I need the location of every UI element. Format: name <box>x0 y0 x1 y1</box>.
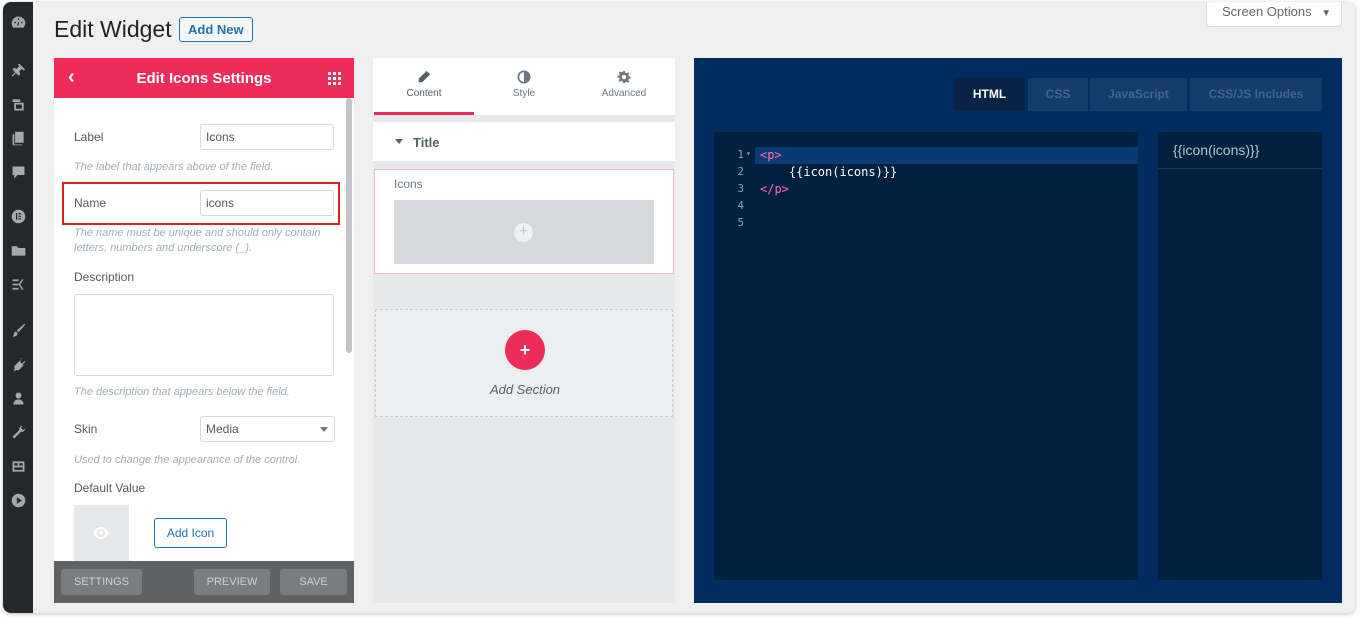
save-button[interactable]: SAVE <box>280 569 347 595</box>
line-number: 5 <box>737 216 744 229</box>
pin-icon[interactable] <box>6 59 30 83</box>
editor-panel: Content Style Advanced Title Icons + + A… <box>373 58 675 603</box>
name-help-text: The name must be unique and should only … <box>74 227 321 254</box>
skin-field-label: Skin <box>74 422 98 436</box>
code-tag: <p> <box>760 148 782 162</box>
title-section-toggle[interactable]: Title <box>373 122 675 162</box>
page-title: Edit Widget <box>54 16 172 42</box>
brush-icon[interactable] <box>6 319 30 343</box>
icon-picker-area[interactable]: + <box>394 200 654 264</box>
plugins-icon[interactable] <box>6 353 30 377</box>
plus-icon[interactable]: + <box>514 223 533 242</box>
line-number: 1 <box>737 148 744 161</box>
label-field-label: Label <box>74 130 104 144</box>
name-field-label: Name <box>74 196 107 210</box>
code-line-3: </p> <box>760 182 789 196</box>
admin-sidebar <box>3 2 33 613</box>
caret-down-icon <box>395 139 403 144</box>
code-editor[interactable]: 1 2 3 4 5 ▾ <p> {{icon(icons)}} </p> <box>714 132 1138 580</box>
tab-style-label: Style <box>512 88 536 99</box>
skin-select-value: Media <box>206 422 239 436</box>
screen-options-label: Screen Options <box>1222 4 1312 19</box>
code-line-1: <p> <box>760 148 782 162</box>
icons-control: Icons + <box>374 169 674 274</box>
pages-icon[interactable] <box>6 127 30 151</box>
default-value-label: Default Value <box>74 481 146 495</box>
screen-options-button[interactable]: Screen Options ▼ <box>1206 2 1342 27</box>
code-line-2: {{icon(icons)}} <box>760 165 898 179</box>
caret-down-icon <box>320 427 328 432</box>
control-settings-panel: ‹ Edit Icons Settings Label Icons The la… <box>54 58 354 603</box>
pencil-icon <box>418 70 431 83</box>
icons-control-label: Icons <box>394 177 423 191</box>
skin-help-text: Used to change the appearance of the con… <box>74 454 301 466</box>
code-tag: </p> <box>760 182 789 196</box>
section-title: Title <box>413 135 440 150</box>
media-icon[interactable] <box>6 93 30 117</box>
settings-scrollbar[interactable] <box>346 98 352 353</box>
tab-style[interactable]: Style <box>474 58 574 115</box>
active-line-highlight <box>755 147 1138 164</box>
settings-header: ‹ Edit Icons Settings <box>54 58 354 98</box>
settings-title: Edit Icons Settings <box>136 70 272 87</box>
folder-icon[interactable] <box>6 239 30 263</box>
code-panel: HTML CSS JavaScript CSS/JS Includes 1 2 … <box>694 58 1342 603</box>
name-input[interactable]: icons <box>200 190 334 216</box>
contrast-icon <box>517 70 531 84</box>
add-section-label: Add Section <box>489 382 561 397</box>
comments-icon[interactable] <box>6 161 30 185</box>
gear-icon <box>617 70 631 84</box>
tab-content-label: Content <box>406 88 442 99</box>
line-number: 2 <box>737 165 744 178</box>
elementor-icon[interactable] <box>6 205 30 229</box>
label-input[interactable]: Icons <box>200 124 334 150</box>
eye-icon <box>93 527 109 539</box>
triangle-down-icon: ▼ <box>1321 8 1332 19</box>
tab-javascript[interactable]: JavaScript <box>1090 78 1187 111</box>
preview-text: {{icon(icons)}} <box>1158 132 1322 169</box>
tab-advanced[interactable]: Advanced <box>574 58 674 115</box>
description-textarea[interactable] <box>74 294 334 376</box>
preview-button[interactable]: PREVIEW <box>194 569 270 595</box>
add-section-button[interactable]: + <box>505 330 545 370</box>
editor-tabs: Content Style Advanced <box>373 58 675 115</box>
fold-arrow-icon[interactable]: ▾ <box>746 149 751 158</box>
play-icon[interactable] <box>6 489 30 513</box>
line-number: 4 <box>737 199 744 212</box>
add-section-area: + Add Section <box>375 309 673 417</box>
settings-button[interactable]: SETTINGS <box>61 569 142 595</box>
skin-select[interactable]: Media <box>200 416 335 442</box>
tools-icon[interactable] <box>6 421 30 445</box>
add-new-button[interactable]: Add New <box>179 17 253 42</box>
settings-footer: SETTINGS PREVIEW SAVE <box>54 561 354 603</box>
dashboard-icon[interactable] <box>6 11 30 35</box>
users-icon[interactable] <box>6 387 30 411</box>
label-help-text: The label that appears above of the fiel… <box>74 161 274 173</box>
add-icon-button[interactable]: Add Icon <box>154 518 227 548</box>
settings-icon[interactable] <box>6 455 30 479</box>
tab-advanced-label: Advanced <box>601 88 647 99</box>
tab-css-js-includes[interactable]: CSS/JS Includes <box>1190 78 1322 111</box>
description-field-label: Description <box>74 270 135 284</box>
browser-frame: Screen Options ▼ Edit Widget Add New ‹ E… <box>3 2 1355 613</box>
tab-html[interactable]: HTML <box>954 78 1025 111</box>
line-number: 3 <box>737 182 744 195</box>
description-help-text: The description that appears below the f… <box>74 386 290 398</box>
tab-css[interactable]: CSS <box>1028 78 1088 111</box>
tab-content[interactable]: Content <box>374 58 474 115</box>
grid-menu-icon[interactable] <box>328 72 341 85</box>
elementskit-icon[interactable] <box>6 273 30 297</box>
template-preview: {{icon(icons)}} <box>1158 132 1322 580</box>
icon-preview-box <box>74 505 129 565</box>
